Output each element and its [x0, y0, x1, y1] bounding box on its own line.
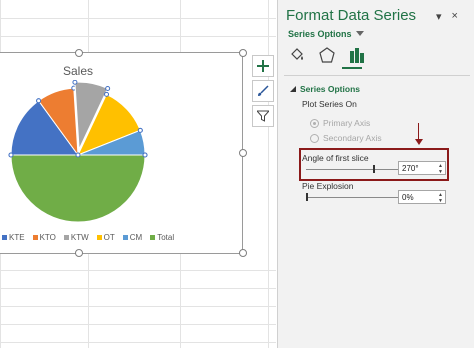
filter-icon	[257, 110, 269, 122]
angle-slider-thumb[interactable]	[373, 165, 375, 173]
slice-selection-handle	[105, 85, 111, 91]
angle-of-first-slice-label: Angle of first slice	[302, 153, 369, 163]
slice-selection-handle	[8, 152, 14, 158]
active-tab-indicator	[342, 67, 362, 69]
pentagon-icon	[319, 47, 335, 63]
legend-label: Total	[157, 233, 175, 242]
bar-chart-icon	[350, 48, 364, 63]
pie-explosion-slider-thumb[interactable]	[306, 193, 308, 201]
resize-handle[interactable]	[75, 49, 83, 57]
legend-swatch	[96, 235, 102, 240]
legend-label: KTE	[9, 233, 25, 242]
primary-axis-radio[interactable]	[310, 118, 319, 128]
spin-arrows[interactable]: ▲ ▼	[438, 192, 443, 204]
legend-swatch	[122, 235, 128, 240]
tab-effects[interactable]	[318, 46, 336, 64]
pie-slice-total[interactable]	[10, 154, 146, 223]
chevron-down-icon	[355, 31, 364, 36]
legend-item[interactable]: Total	[150, 233, 174, 242]
brush-icon	[258, 85, 269, 96]
chart-elements-button[interactable]	[252, 55, 274, 77]
legend-label: CM	[129, 233, 143, 242]
angle-spinbox-value: 270°	[402, 163, 419, 173]
collapse-triangle-icon	[290, 86, 296, 92]
slice-selection-handle	[142, 152, 148, 158]
angle-slider[interactable]	[306, 164, 398, 176]
legend-item[interactable]: OT	[96, 233, 115, 242]
legend-item[interactable]: KTO	[32, 233, 56, 242]
legend-label: KTW	[70, 233, 89, 242]
legend-swatch	[32, 235, 38, 240]
legend-label: OT	[103, 233, 115, 242]
legend-item[interactable]: CM	[122, 233, 143, 242]
series-options-dropdown-label: Series Options	[288, 29, 352, 39]
tab-fill-line[interactable]	[288, 46, 306, 64]
paint-bucket-icon	[291, 48, 303, 60]
secondary-axis-label: Secondary Axis	[323, 133, 382, 143]
secondary-axis-radio[interactable]	[310, 133, 319, 143]
resize-handle[interactable]	[239, 249, 247, 257]
legend-item[interactable]: KTE	[2, 233, 25, 242]
pie-explosion-spinbox-value: 0%	[402, 192, 414, 202]
divider	[284, 75, 470, 76]
resize-handle[interactable]	[239, 149, 247, 157]
resize-handle[interactable]	[239, 49, 247, 57]
annotation-arrow-head	[415, 139, 423, 145]
chart-legend[interactable]: KTE KTO KTW OT CM Total	[2, 233, 174, 242]
pane-menu-icon[interactable]: ▾	[436, 10, 442, 23]
legend-swatch	[2, 235, 7, 240]
close-icon[interactable]: ×	[452, 10, 458, 23]
tab-series-options[interactable]	[348, 46, 366, 64]
chart-filters-button[interactable]	[252, 105, 274, 127]
primary-axis-label: Primary Axis	[323, 118, 371, 128]
series-options-dropdown[interactable]: Series Options	[288, 29, 364, 39]
plot-series-on-label: Plot Series On	[302, 99, 357, 109]
chart-styles-button[interactable]	[252, 80, 274, 102]
pie-explosion-spinbox[interactable]: 0% ▲ ▼	[398, 190, 446, 204]
slice-selection-handle	[104, 91, 110, 97]
angle-spinbox[interactable]: 270° ▲ ▼	[398, 161, 446, 175]
slice-selection-handle	[137, 127, 143, 133]
legend-item[interactable]: KTW	[63, 233, 89, 242]
legend-swatch	[63, 235, 69, 240]
plus-icon	[257, 60, 269, 72]
pie-explosion-label: Pie Explosion	[302, 181, 354, 191]
pie-explosion-slider[interactable]	[306, 192, 398, 204]
resize-handle[interactable]	[75, 249, 83, 257]
section-title: Series Options	[300, 84, 360, 94]
spin-arrows[interactable]: ▲ ▼	[438, 163, 443, 175]
legend-swatch	[150, 235, 156, 240]
pane-title: Format Data Series	[286, 7, 417, 24]
chart-title[interactable]: Sales	[60, 64, 96, 78]
format-data-series-pane: Format Data Series ▾ × Series Options Se…	[277, 0, 474, 348]
slice-selection-handle	[36, 98, 42, 104]
series-options-section[interactable]: Series Options	[290, 84, 360, 94]
slice-selection-handle	[75, 152, 81, 158]
slice-selection-handle	[72, 80, 78, 85]
legend-label: KTO	[39, 233, 56, 242]
pie-chart[interactable]	[0, 80, 160, 230]
